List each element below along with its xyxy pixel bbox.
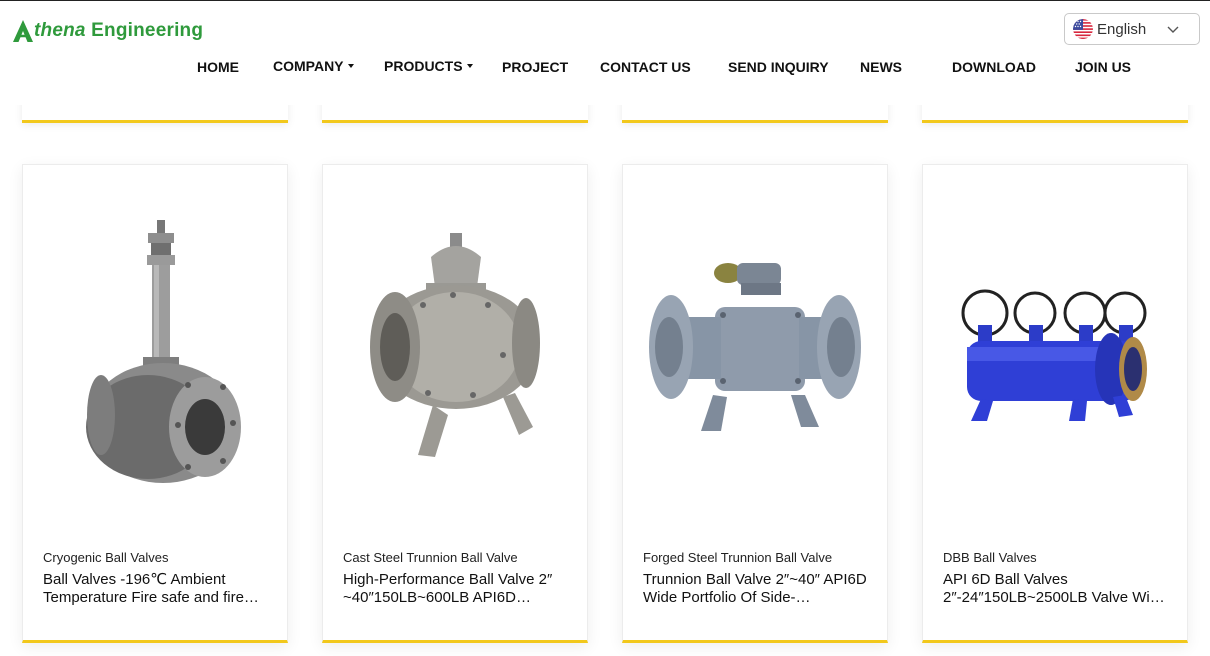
cast-steel-trunnion-valve-image[interactable] <box>323 165 587 535</box>
nav-project[interactable]: PROJECT <box>502 58 568 76</box>
product-title[interactable]: API 6D Ball Valves 2″-24″150LB~2500LB Va… <box>943 571 1171 607</box>
site-header: thena Engineering English HOME COMPANY P… <box>0 1 1210 105</box>
forged-trunnion-valve-image[interactable] <box>623 165 887 535</box>
cryogenic-ball-valve-image[interactable] <box>23 165 287 535</box>
product-title[interactable]: Ball Valves -196℃ Ambient Temperature Fi… <box>43 571 271 607</box>
product-card[interactable]: Cast Steel Trunnion Ball Valve High-Perf… <box>322 164 588 643</box>
nav-company[interactable]: COMPANY <box>273 57 354 75</box>
nav-label: HOME <box>197 59 239 75</box>
nav-label: JOIN US <box>1075 59 1132 75</box>
product-title[interactable]: High-Performance Ball Valve 2″ ~40″150LB… <box>343 571 571 607</box>
nav-products[interactable]: PRODUCTS <box>384 57 473 75</box>
product-category[interactable]: Forged Steel Trunnion Ball Valve <box>643 550 873 565</box>
nav-label: PRODUCTS <box>384 58 463 74</box>
nav-label: DOWNLOAD <box>952 59 1036 75</box>
us-flag-icon <box>1073 19 1093 39</box>
logo-triangle-icon <box>13 20 33 42</box>
nav-contact-us[interactable]: CONTACT US <box>600 58 691 76</box>
product-category[interactable]: Cast Steel Trunnion Ball Valve <box>343 550 573 565</box>
nav-label: PROJECT <box>502 59 569 75</box>
product-category[interactable]: Cryogenic Ball Valves <box>43 550 273 565</box>
dbb-ball-valve-image[interactable] <box>923 165 1187 535</box>
product-card[interactable]: Cryogenic Ball Valves Ball Valves -196℃ … <box>22 164 288 643</box>
language-select[interactable]: English <box>1064 13 1200 45</box>
main-nav: HOME COMPANY PRODUCTS PROJECT CONTACT US… <box>0 58 1210 78</box>
nav-join-us[interactable]: JOIN US <box>1075 58 1131 76</box>
product-card[interactable]: DBB Ball Valves API 6D Ball Valves 2″-24… <box>922 164 1188 643</box>
product-title[interactable]: Trunnion Ball Valve 2″~40″ API6D Wide Po… <box>643 571 871 607</box>
nav-label: NEWS <box>860 59 902 75</box>
chevron-down-icon <box>1167 26 1179 33</box>
caret-down-icon <box>347 64 354 68</box>
logo[interactable]: thena Engineering <box>12 17 203 45</box>
nav-label: CONTACT US <box>600 59 691 75</box>
nav-label: SEND INQUIRY <box>728 59 829 75</box>
product-card[interactable]: Forged Steel Trunnion Ball Valve Trunnio… <box>622 164 888 643</box>
caret-down-icon <box>466 64 473 68</box>
nav-send-inquiry[interactable]: SEND INQUIRY <box>728 58 829 76</box>
nav-news[interactable]: NEWS <box>860 58 902 76</box>
nav-download[interactable]: DOWNLOAD <box>952 58 1036 76</box>
language-label: English <box>1097 20 1147 38</box>
nav-home[interactable]: HOME <box>197 58 239 76</box>
logo-text: thena Engineering <box>34 20 204 41</box>
nav-label: COMPANY <box>273 58 344 74</box>
product-category[interactable]: DBB Ball Valves <box>943 550 1173 565</box>
